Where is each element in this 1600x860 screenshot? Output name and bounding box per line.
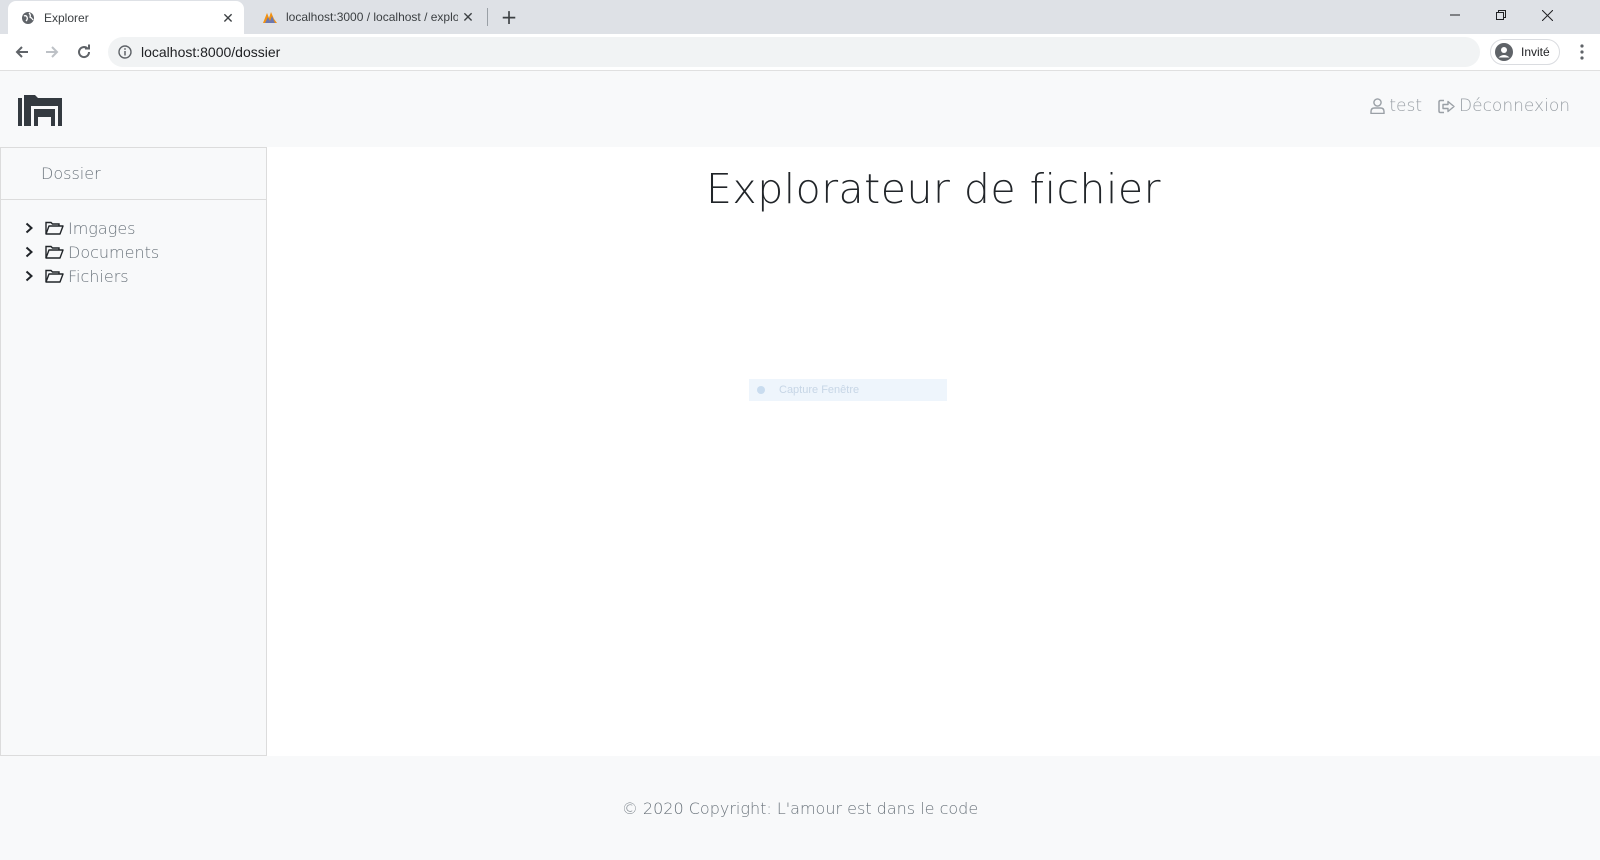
window-close-icon[interactable] (1524, 0, 1570, 30)
folder-logo-icon[interactable] (18, 92, 64, 126)
capture-label: Capture Fenêtre (779, 384, 860, 396)
capture-window-chip[interactable]: Capture Fenêtre (749, 379, 947, 401)
user-link[interactable]: test (1370, 96, 1422, 116)
user-label: test (1389, 96, 1423, 116)
tree-item-label: Fichiers (68, 266, 129, 286)
tree-item-imgages[interactable]: Imgages (1, 216, 266, 240)
page: test Déconnexion Dossier Imgages Documen… (0, 72, 1600, 860)
address-bar[interactable]: localhost:8000/dossier (108, 37, 1480, 67)
kebab-menu-icon[interactable] (1572, 39, 1592, 65)
tab-explorer[interactable]: Explorer ✕ (8, 1, 244, 35)
tab-close-icon[interactable]: ✕ (458, 7, 478, 27)
browser-tabstrip: Explorer ✕ localhost:3000 / localhost / … (0, 0, 1600, 35)
sidebar-header: Dossier (1, 148, 266, 200)
globe-icon (20, 10, 36, 26)
sidebar: Dossier Imgages Documents Fichiers (0, 147, 267, 756)
footer: © 2020 Copyright: L'amour est dans le co… (0, 756, 1600, 860)
logout-label: Déconnexion (1459, 96, 1570, 116)
tree-item-label: Documents (68, 242, 160, 262)
tree-item-fichiers[interactable]: Fichiers (1, 264, 266, 288)
tab-phpmyadmin[interactable]: localhost:3000 / localhost / explo ✕ (250, 0, 484, 34)
tab-close-icon[interactable]: ✕ (218, 8, 238, 28)
tab-title: localhost:3000 / localhost / explo (286, 10, 458, 24)
folder-open-icon (45, 220, 65, 236)
sign-out-icon (1438, 99, 1455, 113)
tab-title: Explorer (44, 11, 89, 25)
chevron-right-icon[interactable] (23, 222, 35, 234)
main-content: Explorateur de fichier Capture Fenêtre (267, 147, 1600, 756)
folder-open-icon (45, 244, 65, 260)
new-tab-plus-icon[interactable]: + (498, 5, 520, 29)
record-dot-icon (757, 386, 765, 394)
user-icon (1370, 98, 1386, 114)
restore-icon[interactable] (1478, 0, 1524, 30)
folder-tree: Imgages Documents Fichiers (1, 200, 266, 288)
profile-button[interactable]: Invité (1490, 39, 1560, 65)
back-arrow-icon[interactable] (8, 38, 36, 66)
info-icon[interactable] (117, 44, 133, 60)
avatar-icon (1495, 43, 1513, 61)
folder-open-icon (45, 268, 65, 284)
phpmyadmin-icon (262, 9, 278, 25)
navbar: test Déconnexion (0, 72, 1600, 147)
chevron-right-icon[interactable] (23, 246, 35, 258)
reload-icon[interactable] (70, 38, 98, 66)
footer-copyright: © 2020 Copyright: L'amour est dans le co… (621, 798, 979, 818)
browser-toolbar: localhost:8000/dossier Invité (0, 34, 1600, 71)
tree-item-documents[interactable]: Documents (1, 240, 266, 264)
logout-link[interactable]: Déconnexion (1438, 96, 1570, 116)
address-url: localhost:8000/dossier (141, 44, 281, 60)
forward-arrow-icon[interactable] (38, 38, 66, 66)
chevron-right-icon[interactable] (23, 270, 35, 282)
tree-item-label: Imgages (68, 218, 136, 238)
minimize-icon[interactable] (1432, 0, 1478, 30)
page-title: Explorateur de fichier (706, 165, 1161, 213)
nav-links: test Déconnexion (1370, 96, 1570, 116)
profile-label: Invité (1521, 45, 1550, 59)
tab-separator (487, 8, 488, 26)
